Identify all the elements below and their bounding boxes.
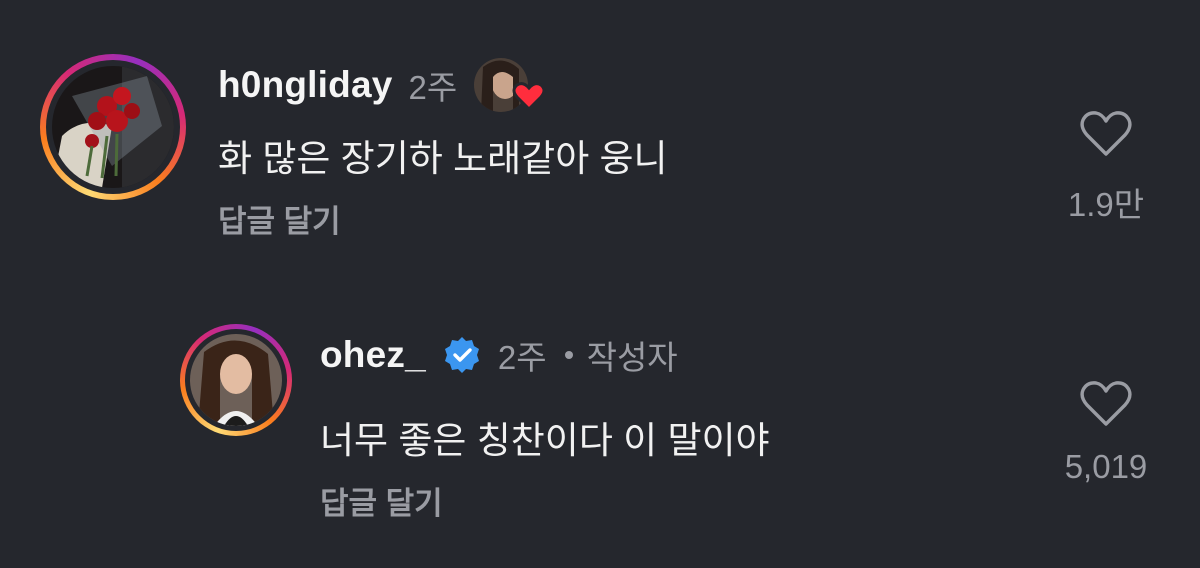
- verified-badge-icon: [442, 335, 482, 375]
- comment-item: h0ngliday 2주 화 많은 장기하 노래같아 웅니 답글 달기 1.9만: [0, 0, 1200, 280]
- avatar-story-ring[interactable]: [40, 54, 186, 200]
- comment-text: 화 많은 장기하 노래같아 웅니: [218, 138, 668, 179]
- like-column: 5,019: [1046, 380, 1166, 486]
- comments-thread: h0ngliday 2주 화 많은 장기하 노래같아 웅니 답글 달기 1.9만…: [0, 0, 1200, 568]
- reply-item: ohez_ 2주 작성자 너무 좋은 칭찬이다 이 말이야 답글 달기 5,01…: [0, 280, 1200, 568]
- like-column: 1.9만: [1046, 110, 1166, 226]
- like-count: 5,019: [1064, 448, 1148, 485]
- like-count: 1.9만: [1067, 186, 1145, 223]
- separator-dot: [564, 351, 573, 359]
- avatar[interactable]: [52, 66, 174, 188]
- heart-outline-icon[interactable]: [1079, 110, 1133, 158]
- comment-username[interactable]: ohez_: [320, 334, 426, 376]
- comment-text: 너무 좋은 칭찬이다 이 말이야: [320, 420, 770, 461]
- avatar-story-ring[interactable]: [180, 324, 292, 436]
- heart-outline-icon[interactable]: [1079, 380, 1133, 428]
- avatar[interactable]: [190, 334, 282, 426]
- comment-username[interactable]: h0ngliday: [218, 64, 393, 106]
- reply-button[interactable]: 답글 달기: [218, 196, 341, 241]
- comment-time: 2주: [408, 69, 458, 106]
- comment-time: 2주: [497, 339, 547, 376]
- author-tag: 작성자: [586, 339, 678, 376]
- author-liked-badge: [473, 57, 549, 113]
- reply-button[interactable]: 답글 달기: [320, 478, 443, 523]
